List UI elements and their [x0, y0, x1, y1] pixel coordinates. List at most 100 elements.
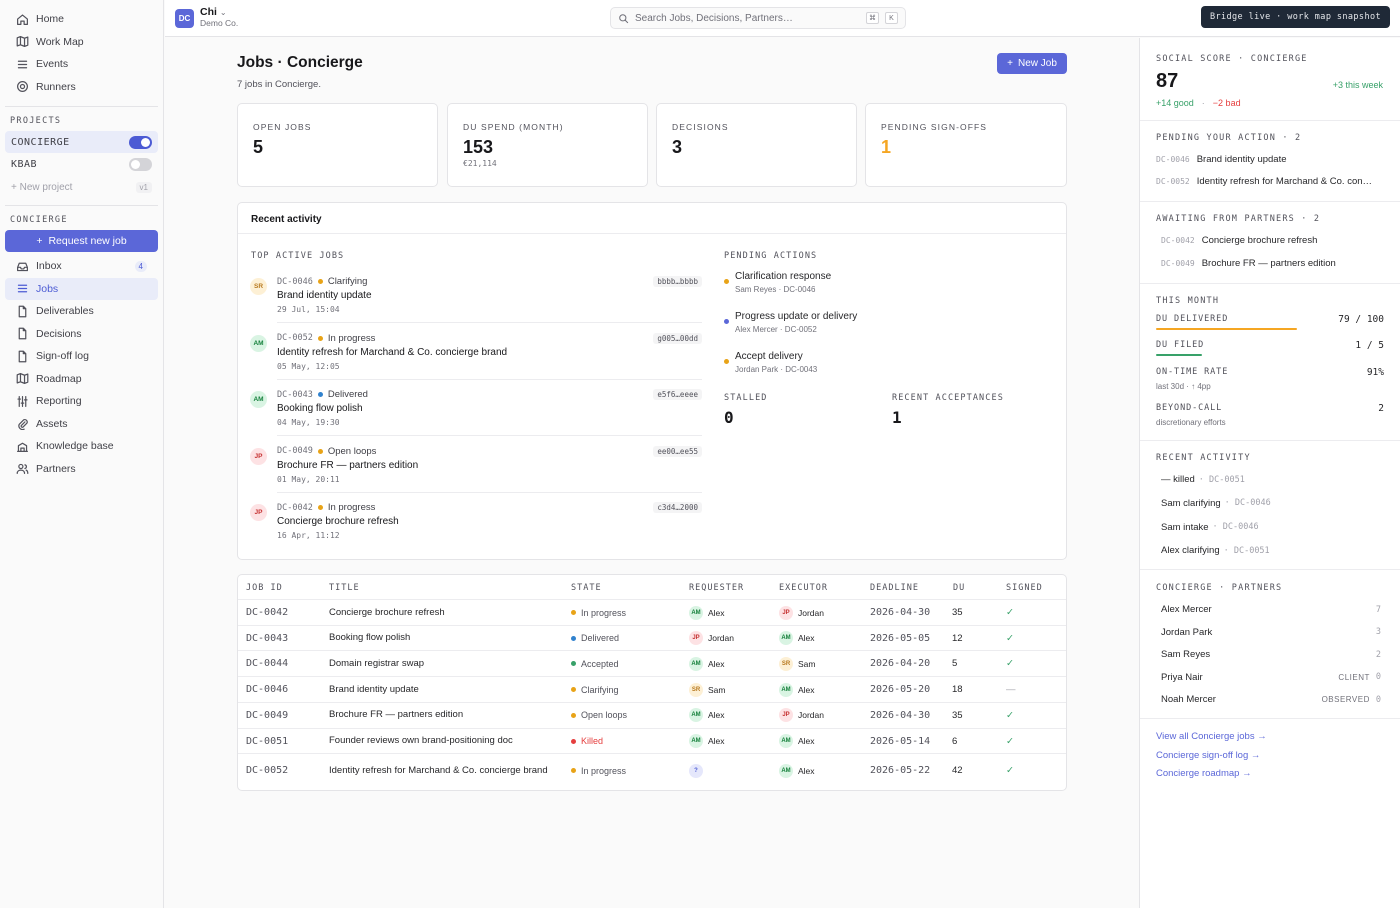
nav-decisions[interactable]: Decisions: [5, 323, 158, 346]
du-cell: 35: [952, 607, 963, 618]
request-new-job-button[interactable]: + Request new job: [5, 230, 158, 252]
new-project-link[interactable]: + New project v1: [0, 178, 163, 196]
table-row[interactable]: DC-0051 Founder reviews own brand-positio…: [238, 727, 1066, 754]
roadmap-link[interactable]: Concierge roadmap →: [1156, 768, 1252, 779]
job-hash: ee00…ee55: [653, 445, 702, 457]
table-row[interactable]: DC-0046 Brand identity update Clarifying SR…: [238, 676, 1066, 702]
recent-activity-card: Recent activity TOP ACTIVE JOBS SR DC-004…: [237, 202, 1067, 560]
recent-activity-item[interactable]: Alex clarifying · DC-0051: [1161, 545, 1391, 556]
nav-assets[interactable]: Assets: [5, 413, 158, 436]
table-row[interactable]: DC-0049 Brochure FR — partners edition Ope…: [238, 701, 1066, 728]
awaiting-item[interactable]: DC-0042 Concierge brochure refresh: [1161, 235, 1391, 246]
job-title: Brand identity update: [277, 290, 372, 301]
nav-jobs[interactable]: Jobs: [5, 277, 158, 300]
avatar: AM: [689, 656, 703, 671]
recent-acceptances-label: RECENT ACCEPTANCES: [892, 393, 1004, 403]
recent-activity-item[interactable]: Sam clarifying · DC-0046: [1161, 498, 1391, 509]
project-concierge-toggle[interactable]: [129, 135, 152, 149]
social-score-breakdown: +14 good · −2 bad: [1156, 98, 1241, 108]
divider: [5, 106, 158, 107]
avatar: AM: [779, 682, 793, 697]
pending-action-item[interactable]: Clarification response Sam Reyes · DC-004…: [724, 271, 984, 301]
partner-name: Sam Reyes: [1161, 649, 1211, 660]
partner-item[interactable]: Noah Mercer OBSERVED 0: [1161, 694, 1381, 705]
list-item[interactable]: AM DC-0052 In progress Identity refresh for…: [250, 324, 702, 380]
nav-events[interactable]: Events: [5, 53, 158, 76]
table-row[interactable]: DC-0042 Concierge brochure refresh In prog…: [238, 599, 1066, 625]
bridge-status-button[interactable]: Bridge live · work map snapshot: [1200, 6, 1390, 28]
nav-inbox[interactable]: Inbox 4: [5, 255, 158, 278]
workspace-logo[interactable]: DC: [175, 8, 194, 28]
list-icon: [17, 60, 28, 69]
stat-value: 3: [672, 137, 683, 157]
requester-name: Jordan: [708, 633, 734, 644]
nav-sign-off-log[interactable]: Sign-off log: [5, 345, 158, 368]
table-row[interactable]: DC-0043 Booking flow polish Delivered JP Jor…: [238, 624, 1066, 651]
list-item[interactable]: AM DC-0043 Delivered Booking flow polish 04 …: [250, 380, 702, 436]
partner-item[interactable]: Priya Nair CLIENT 0: [1161, 672, 1381, 683]
nav-deliverables[interactable]: Deliverables: [5, 300, 158, 323]
signed-icon: —: [1006, 684, 1016, 696]
nav-runners[interactable]: Runners: [5, 76, 158, 99]
list-item[interactable]: JP DC-0042 In progress Concierge brochure r…: [250, 493, 702, 549]
nav-events-label: Events: [36, 58, 69, 71]
nav-roadmap[interactable]: Roadmap: [5, 368, 158, 391]
project-kbab[interactable]: KBAB: [5, 153, 158, 175]
new-job-button[interactable]: + New Job: [997, 53, 1067, 74]
job-meta: DC-0052 In progress: [277, 333, 375, 344]
workspace-switcher[interactable]: Chi ⌄ Demo Co.: [200, 7, 238, 29]
stat-card-pending-sign-offs: PENDING SIGN-OFFS 1: [865, 103, 1067, 187]
view-all-jobs-link[interactable]: View all Concierge jobs →: [1156, 731, 1267, 742]
job-meta: DC-0046 Clarifying: [277, 276, 367, 287]
stat-sub: €21,114: [463, 159, 497, 168]
pending-your-action-label: PENDING YOUR ACTION · 2: [1156, 133, 1302, 143]
top-active-jobs-label: TOP ACTIVE JOBS: [251, 251, 345, 261]
social-score-bad: −2 bad: [1212, 98, 1241, 108]
partner-item[interactable]: Sam Reyes 2: [1161, 649, 1381, 660]
recent-activity-item[interactable]: Sam intake · DC-0046: [1161, 522, 1391, 533]
nav-work-map[interactable]: Work Map: [5, 31, 158, 54]
avatar: AM: [779, 631, 793, 646]
list-item[interactable]: JP DC-0049 Open loops Brochure FR — partner…: [250, 437, 702, 493]
on-time-rate-label: ON-TIME RATE: [1156, 367, 1229, 377]
job-hash: c3d4…2000: [653, 502, 702, 513]
nav-knowledge-base[interactable]: Knowledge base: [5, 435, 158, 458]
list-item[interactable]: SR DC-0046 Clarifying Brand identity update…: [250, 267, 702, 323]
title-cell: Founder reviews own brand-positioning do…: [329, 735, 513, 746]
executor-cell: SR Sam: [779, 651, 815, 676]
du-cell: 6: [952, 735, 958, 747]
k-key: K: [885, 12, 898, 24]
search-input[interactable]: Search Jobs, Decisions, Partners… ⌘ K: [610, 7, 906, 29]
pending-item[interactable]: DC-0046 Brand identity update: [1156, 154, 1386, 165]
pending-item[interactable]: DC-0052 Identity refresh for Marchand & C…: [1156, 176, 1386, 187]
chevron-down-icon: ⌄: [219, 8, 227, 17]
project-kbab-toggle[interactable]: [129, 157, 152, 171]
table-header: JOB ID TITLE STATE REQUESTER EXECUTOR DEADLIN…: [238, 575, 1066, 599]
deadline-cell: 2026-04-30: [870, 607, 931, 618]
avatar: AM: [689, 708, 703, 723]
job-title: Brochure FR — partners edition: [1201, 258, 1336, 269]
nav-partners[interactable]: Partners: [5, 458, 158, 481]
nav-reporting[interactable]: Reporting: [5, 390, 158, 413]
map-icon: [16, 36, 29, 48]
partner-tag: OBSERVED: [1321, 695, 1370, 704]
nav-home[interactable]: Home: [5, 8, 158, 31]
section-header: CONCIERGE: [10, 215, 68, 225]
awaiting-item[interactable]: DC-0049 Brochure FR — partners edition: [1161, 258, 1391, 269]
status-dot: [317, 335, 323, 341]
pending-action-item[interactable]: Accept delivery Jordan Park · DC-0043: [724, 351, 984, 381]
recent-activity-item[interactable]: — killed · DC-0051: [1161, 474, 1391, 485]
partners-label: CONCIERGE · PARTNERS: [1156, 583, 1283, 593]
partner-item[interactable]: Jordan Park 3: [1161, 627, 1381, 638]
table-row[interactable]: DC-0052 Identity refresh for Marchand & C…: [238, 753, 1066, 787]
table-row[interactable]: DC-0044 Domain registrar swap Accepted AM Al…: [238, 650, 1066, 676]
nav-reporting-label: Reporting: [36, 395, 82, 408]
activity-text: Sam clarifying: [1161, 497, 1221, 509]
plus-icon: +: [1007, 58, 1013, 69]
sign-off-log-link[interactable]: Concierge sign-off log →: [1156, 750, 1260, 761]
target-icon: [17, 81, 28, 93]
partner-item[interactable]: Alex Mercer 7: [1161, 604, 1381, 615]
pending-action-item[interactable]: Progress update or delivery Alex Mercer ·…: [724, 311, 984, 341]
stat-label: DU SPEND (MONTH): [463, 122, 564, 132]
project-concierge[interactable]: CONCIERGE: [5, 131, 158, 153]
